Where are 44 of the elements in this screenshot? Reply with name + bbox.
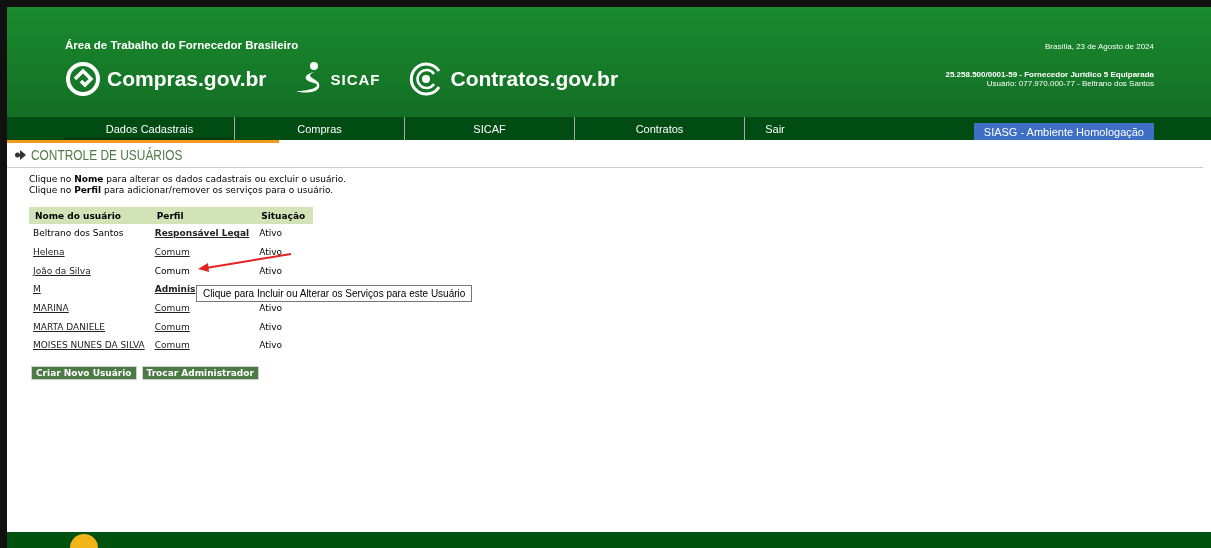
nav-tab[interactable]: Contratos [575, 117, 745, 140]
profile-link[interactable]: Comum [154, 247, 190, 258]
action-button[interactable]: Criar Novo Usuário [31, 365, 137, 380]
user-name-link[interactable]: MARTA DANIELE [33, 321, 106, 332]
nav-tab[interactable]: SICAF [405, 117, 575, 140]
company-text: 25.258.500/0001-59 - Fornecedor Jurídico 5 Equiparada [945, 70, 1154, 79]
status-text: Ativo [259, 303, 283, 314]
user-name: Beltrano dos Santos [33, 228, 124, 239]
action-button[interactable]: Trocar Administrador [141, 365, 259, 380]
profile-link[interactable]: Adminis [154, 284, 196, 295]
column-header: Nome do usuário [29, 207, 151, 224]
user-name-link[interactable]: João da Silva [33, 265, 91, 276]
status-text: Ativo [259, 321, 283, 332]
user-text: Usuário: 077.970.000-77 - Beltrano dos Santos [986, 79, 1154, 88]
logo-text: SICAF [330, 70, 381, 88]
help-icon [69, 532, 99, 548]
user-name-link[interactable]: MARINA [33, 303, 69, 314]
column-header: Situação [255, 207, 314, 224]
circle-arrow-icon [15, 150, 27, 160]
status-text: Ativo [259, 340, 283, 351]
profile-link[interactable]: Responsável Legal [154, 228, 250, 239]
column-header: Perfil [150, 207, 256, 224]
profile-text: Comum [154, 265, 190, 276]
user-name-link[interactable]: Helena [33, 247, 65, 258]
user-name-link[interactable]: MOISES NUNES DA SILVA [33, 340, 145, 351]
date-text: Brasília, 23 de Agosto de 2024 [1045, 42, 1154, 51]
environment-label: SIASG - Ambiente Homologação [973, 123, 1154, 140]
logo-text: Contratos.gov.br [450, 67, 619, 91]
compras-logo-icon [65, 61, 101, 97]
logo-text: Compras.gov.br [107, 67, 267, 91]
status-text: Ativo [259, 228, 283, 239]
user-name-link[interactable]: M [33, 284, 41, 295]
status-text: Ativo [259, 265, 283, 276]
profile-link[interactable]: Comum [154, 340, 190, 351]
nav-tab[interactable]: Sair [745, 117, 805, 140]
profile-link[interactable]: Comum [154, 303, 190, 314]
app-title: Área de Trabalho do Fornecedor Brasileiro [65, 39, 300, 51]
instruction-text: Clique no Perfil para adicionar/remover os serviços para o usuário. [29, 185, 335, 196]
tooltip: Clique para Incluir ou Alterar os Serviços para este Usuário [196, 285, 473, 302]
profile-link[interactable]: Comum [154, 321, 190, 332]
instruction-text: Clique no Nome para alterar os dados cadastrais ou excluir o usuário. [29, 174, 347, 185]
section-title: CONTROLE DE USUÁRIOS [31, 147, 183, 163]
status-text: Ativo [259, 247, 283, 258]
nav-tab[interactable]: Dados Cadastrais [65, 117, 235, 140]
